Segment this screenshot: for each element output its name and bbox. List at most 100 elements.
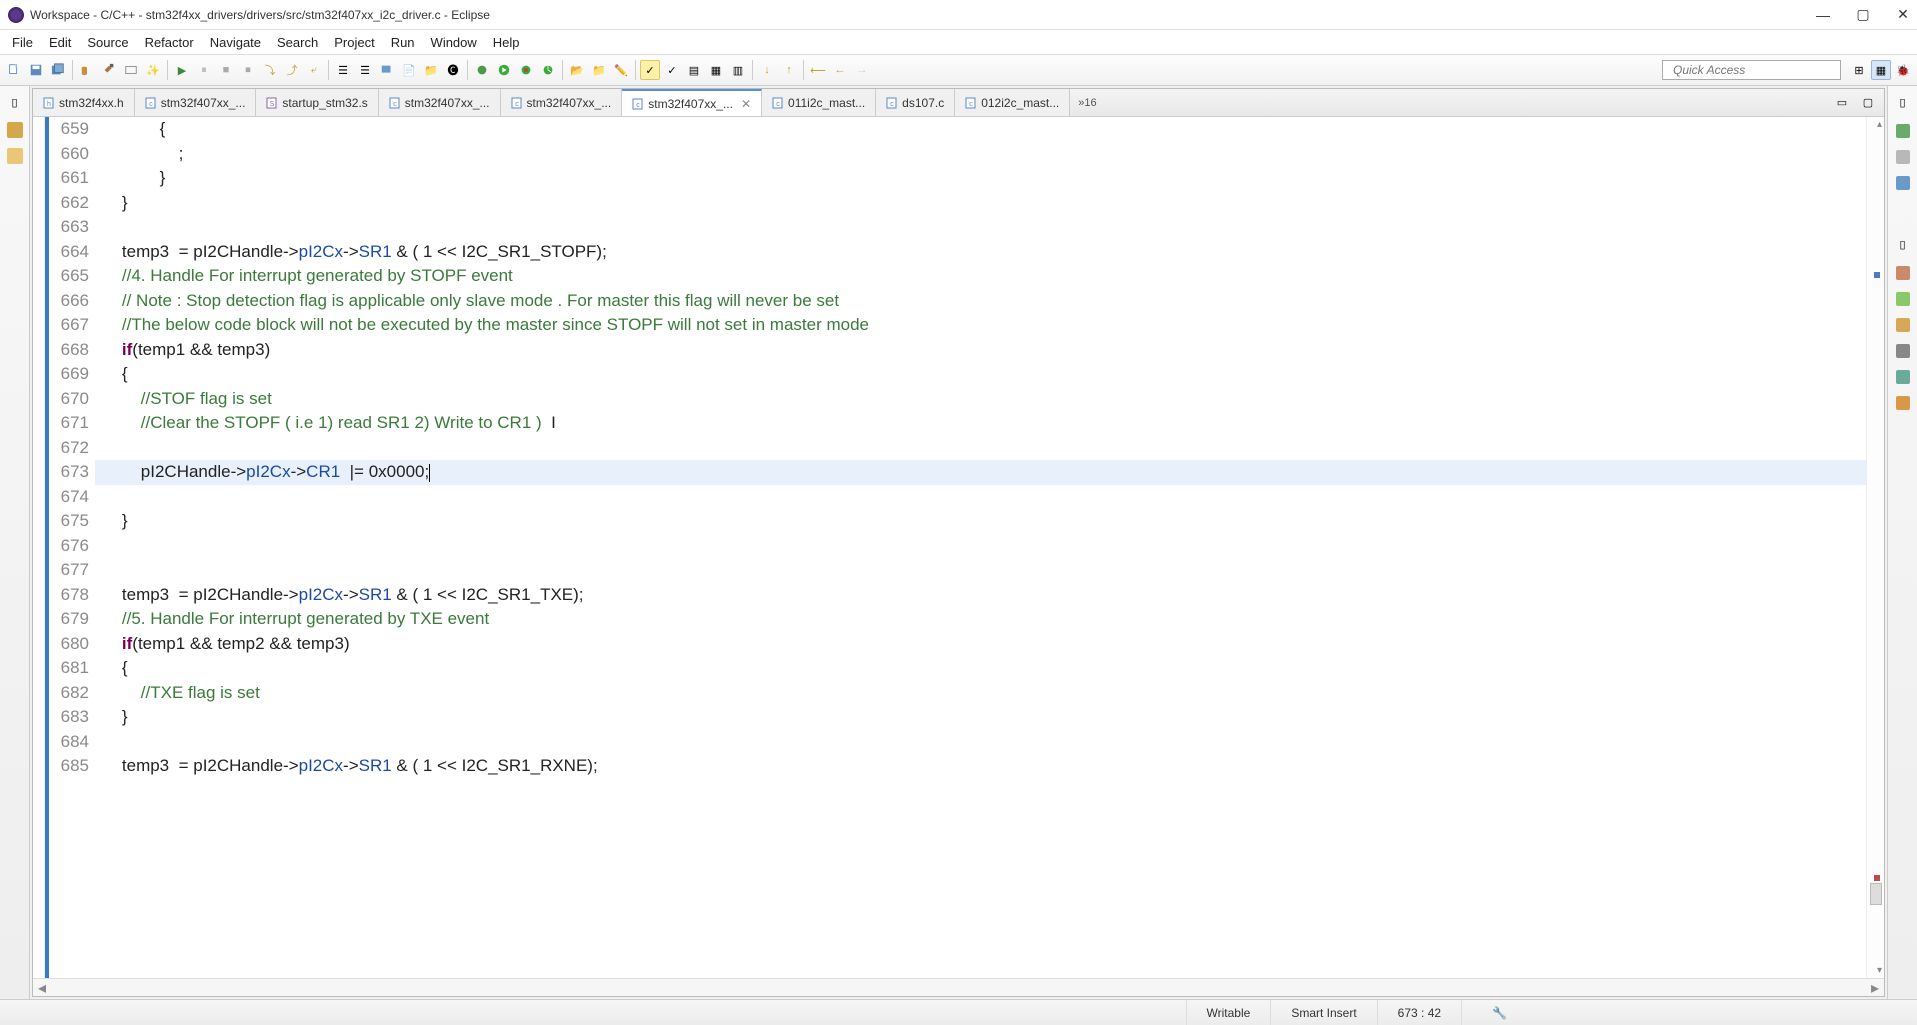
editor-tab[interactable]: c012i2c_mast...	[955, 89, 1070, 116]
console-icon[interactable]	[1896, 318, 1910, 332]
new-class-dropdown[interactable]: 🅒	[443, 60, 463, 80]
run-button[interactable]	[494, 60, 514, 80]
forward-button[interactable]: →	[852, 60, 872, 80]
editor-tab[interactable]: cstm32f407xx_...	[501, 89, 623, 116]
menu-run[interactable]: Run	[383, 33, 423, 52]
maximize-editor-icon[interactable]: ▢	[1858, 93, 1878, 113]
code-line[interactable]: temp3 = pI2CHandle->pI2Cx->SR1 & ( 1 << …	[95, 754, 1866, 779]
code-content[interactable]: { ; } } temp3 = pI2CHandle->pI2Cx->SR1 &…	[95, 117, 1866, 978]
hammer-icon[interactable]	[99, 60, 119, 80]
code-line[interactable]: }	[95, 705, 1866, 730]
code-line[interactable]: //Clear the STOPF ( i.e 1) read SR1 2) W…	[95, 411, 1866, 436]
editor-tab[interactable]: hstm32f4xx.h	[33, 89, 135, 116]
doc1-icon[interactable]: ▤	[684, 60, 704, 80]
code-line[interactable]: if(temp1 && temp2 && temp3)	[95, 632, 1866, 657]
open-project-icon[interactable]: 📂	[567, 60, 587, 80]
menu-search[interactable]: Search	[269, 33, 326, 52]
code-line[interactable]: temp3 = pI2CHandle->pI2Cx->SR1 & ( 1 << …	[95, 240, 1866, 265]
scroll-right-icon[interactable]: ▸	[1866, 978, 1884, 998]
code-line[interactable]	[95, 436, 1866, 461]
open-perspective-button[interactable]: ⊞	[1849, 60, 1869, 80]
disconnect-icon[interactable]: ⏹	[238, 60, 258, 80]
open-folder-icon[interactable]: 📁	[589, 60, 609, 80]
overview-marker[interactable]	[1874, 272, 1880, 278]
edit-icon[interactable]: ✏️	[611, 60, 631, 80]
close-button[interactable]: ✕	[1897, 9, 1909, 21]
debug-perspective-button[interactable]: 🐞	[1893, 60, 1913, 80]
new-button[interactable]	[4, 60, 24, 80]
scroll-down-icon[interactable]: ▾	[1877, 965, 1882, 976]
restore-view-icon[interactable]: ▯	[5, 92, 25, 112]
minimize-button[interactable]: —	[1817, 9, 1829, 21]
code-line[interactable]: {	[95, 362, 1866, 387]
quick-access-input[interactable]	[1662, 60, 1841, 80]
editor-tab[interactable]: cstm32f407xx_...	[379, 89, 501, 116]
doc2-icon[interactable]: ▦	[706, 60, 726, 80]
code-line[interactable]: }	[95, 166, 1866, 191]
code-line[interactable]	[95, 730, 1866, 755]
target-dropdown[interactable]	[377, 60, 397, 80]
problems-icon[interactable]	[1896, 266, 1910, 280]
restore-bottom-icon[interactable]: ▯	[1893, 234, 1913, 254]
code-line[interactable]: }	[95, 191, 1866, 216]
code-line[interactable]: //The below code block will not be execu…	[95, 313, 1866, 338]
menu-refactor[interactable]: Refactor	[137, 33, 202, 52]
code-line[interactable]	[95, 485, 1866, 510]
properties-icon[interactable]	[1896, 344, 1910, 358]
code-line[interactable]: //5. Handle For interrupt generated by T…	[95, 607, 1866, 632]
wand-icon[interactable]: ✨	[143, 60, 163, 80]
menu-source[interactable]: Source	[79, 33, 136, 52]
code-line[interactable]	[95, 534, 1866, 559]
code-line[interactable]	[95, 215, 1866, 240]
indent-icon[interactable]: ☰	[333, 60, 353, 80]
code-line[interactable]: {	[95, 117, 1866, 142]
menu-help[interactable]: Help	[485, 33, 528, 52]
overview-ruler[interactable]: ▴ ▾	[1866, 117, 1884, 978]
code-editor[interactable]: 6596606616626636646656666676686696706716…	[33, 117, 1884, 978]
project-explorer-icon[interactable]	[7, 122, 23, 138]
scroll-up-icon[interactable]: ▴	[1877, 119, 1882, 130]
cpp-perspective-button[interactable]: ▦	[1871, 60, 1891, 80]
menu-edit[interactable]: Edit	[41, 33, 79, 52]
maximize-button[interactable]: ▢	[1857, 9, 1869, 21]
profile-button[interactable]	[538, 60, 558, 80]
doc3-icon[interactable]: ▥	[728, 60, 748, 80]
editor-tab[interactable]: c011i2c_mast...	[762, 89, 876, 116]
save-all-button[interactable]	[48, 60, 68, 80]
menu-window[interactable]: Window	[423, 33, 485, 52]
restore-right-icon[interactable]: ▯	[1893, 92, 1913, 112]
code-line[interactable]: // Note : Stop detection flag is applica…	[95, 289, 1866, 314]
code-line[interactable]: //STOF flag is set	[95, 387, 1866, 412]
code-line[interactable]: temp3 = pI2CHandle->pI2Cx->SR1 & ( 1 << …	[95, 583, 1866, 608]
editor-tab[interactable]: cstm32f407xx_...	[135, 89, 257, 116]
code-line[interactable]: //TXE flag is set	[95, 681, 1866, 706]
stop-icon[interactable]: ■	[216, 60, 236, 80]
outline-icon[interactable]	[1896, 124, 1910, 138]
horizontal-scrollbar[interactable]: ◂ ▸	[33, 978, 1884, 996]
debug-button[interactable]	[472, 60, 492, 80]
code-line[interactable]: if(temp1 && temp3)	[95, 338, 1866, 363]
last-edit-icon[interactable]: ⟵	[808, 60, 828, 80]
new-cpp-dropdown[interactable]: 📄	[399, 60, 419, 80]
nav-prev-icon[interactable]: ↑	[779, 60, 799, 80]
code-line[interactable]	[95, 558, 1866, 583]
task-icon[interactable]	[1896, 150, 1910, 164]
tasks-view-icon[interactable]	[1896, 292, 1910, 306]
nav-next-icon[interactable]: ↓	[757, 60, 777, 80]
menu-navigate[interactable]: Navigate	[202, 33, 269, 52]
navigator-icon[interactable]	[7, 148, 23, 164]
menu-file[interactable]: File	[4, 33, 41, 52]
back-button[interactable]: ←	[830, 60, 850, 80]
tabs-overflow[interactable]: »16	[1070, 89, 1104, 116]
code-line[interactable]: pI2CHandle->pI2Cx->CR1 |= 0x0000;	[95, 460, 1866, 485]
close-tab-icon[interactable]: ✕	[741, 97, 751, 111]
code-line[interactable]: {	[95, 656, 1866, 681]
toggle-button[interactable]	[121, 60, 141, 80]
menu-project[interactable]: Project	[326, 33, 382, 52]
code-line[interactable]: ;	[95, 142, 1866, 167]
step-into-icon[interactable]: ⤵	[260, 60, 280, 80]
scroll-left-icon[interactable]: ◂	[33, 978, 51, 998]
overview-error-marker[interactable]	[1874, 875, 1880, 881]
highlight-icon[interactable]: ✓	[640, 60, 660, 80]
callh-icon[interactable]	[1896, 396, 1910, 410]
